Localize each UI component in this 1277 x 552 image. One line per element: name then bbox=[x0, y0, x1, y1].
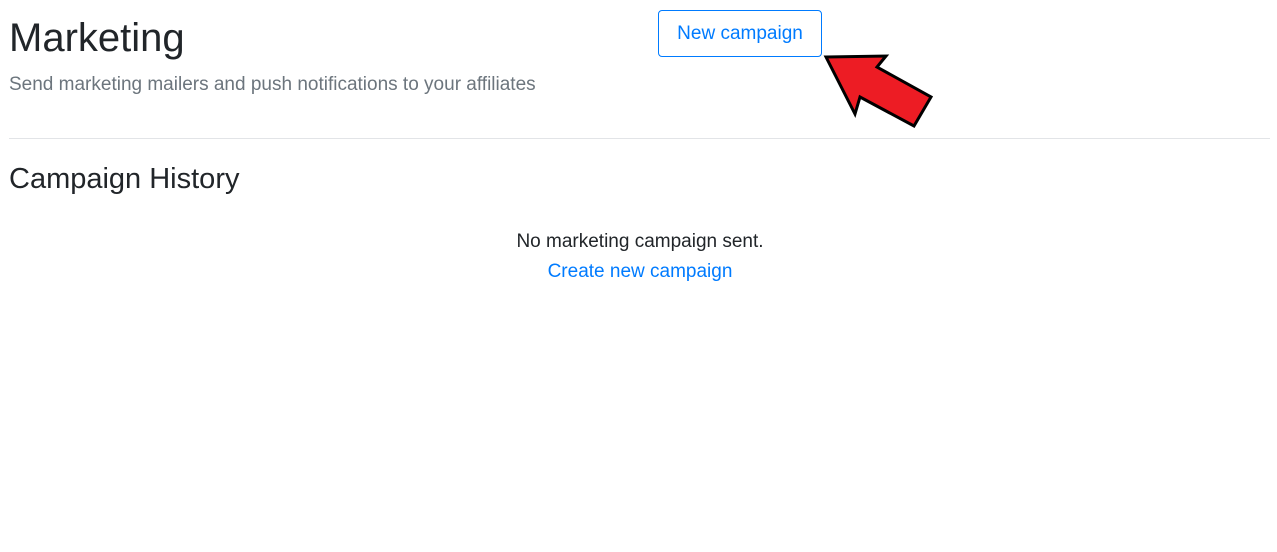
red-arrow-icon bbox=[823, 54, 934, 129]
page-title: Marketing bbox=[9, 16, 185, 60]
campaign-history-title: Campaign History bbox=[9, 163, 240, 195]
section-divider bbox=[9, 138, 1270, 139]
empty-state: No marketing campaign sent. Create new c… bbox=[0, 230, 1277, 284]
empty-message: No marketing campaign sent. bbox=[516, 231, 764, 252]
create-new-campaign-link[interactable]: Create new campaign bbox=[548, 260, 733, 284]
new-campaign-button[interactable]: New campaign bbox=[658, 10, 822, 57]
page-subtitle: Send marketing mailers and push notifica… bbox=[9, 74, 536, 95]
